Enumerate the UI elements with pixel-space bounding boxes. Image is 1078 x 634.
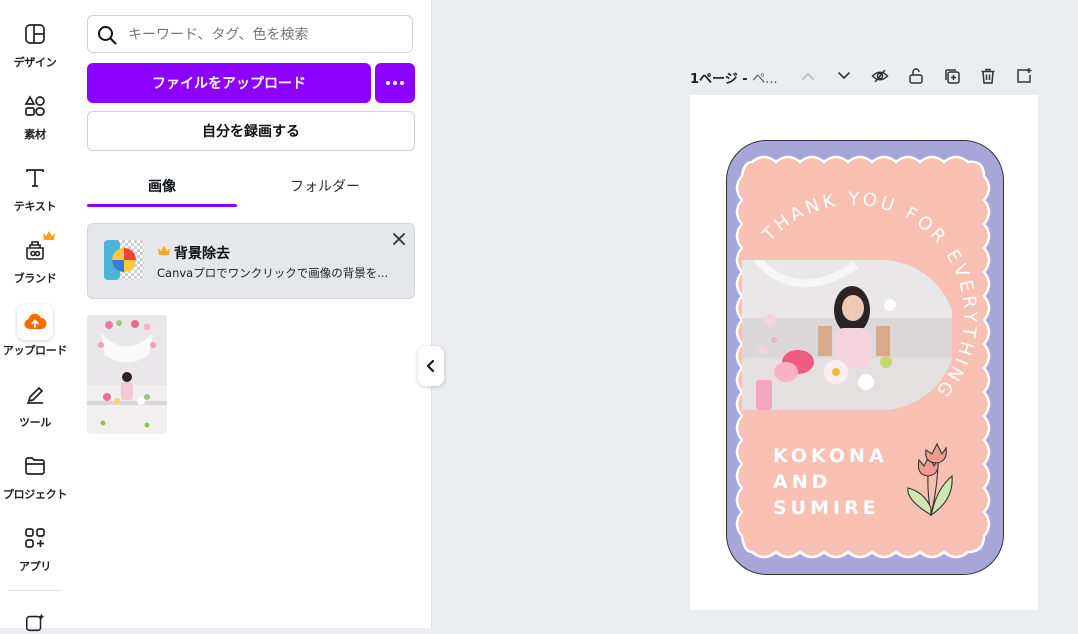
names-line-1: KOKONA bbox=[773, 445, 888, 467]
collapse-panel-button[interactable] bbox=[418, 346, 444, 386]
upload-files-button[interactable]: ファイルをアップロード bbox=[87, 63, 371, 103]
layout-icon bbox=[25, 24, 45, 44]
trash-icon[interactable] bbox=[979, 67, 997, 85]
page-label-rest: ペ... bbox=[752, 72, 778, 87]
page-title[interactable]: 1ページ - ペ... bbox=[690, 68, 778, 87]
rail-label: 素材 bbox=[24, 128, 46, 141]
uploaded-image-thumbnail[interactable] bbox=[87, 315, 167, 434]
uploads-panel: ファイルをアップロード 自分を録画する 画像 フォルダー 背景除去 Canvaプ… bbox=[70, 0, 432, 628]
pen-tool-icon bbox=[27, 386, 44, 404]
unlock-icon[interactable] bbox=[907, 67, 925, 85]
names-line-2: AND bbox=[773, 471, 831, 493]
tab-folders[interactable]: フォルダー bbox=[250, 176, 400, 206]
close-icon[interactable] bbox=[392, 232, 406, 246]
cloud-upload-icon bbox=[24, 313, 47, 329]
add-page-icon[interactable] bbox=[1015, 67, 1033, 85]
crown-icon bbox=[43, 231, 55, 240]
background-remover-promo[interactable]: 背景除去 Canvaプロでワンクリックで画像の背景を... bbox=[87, 223, 415, 299]
rail-item-projects[interactable]: プロジェクト bbox=[0, 454, 70, 518]
rail-item-brand[interactable]: ブランド bbox=[0, 231, 70, 302]
rail-label: プロジェクト bbox=[2, 488, 68, 501]
chevron-up-icon[interactable] bbox=[799, 67, 817, 85]
promo-title: 背景除去 bbox=[174, 246, 230, 262]
duplicate-icon[interactable] bbox=[943, 67, 961, 85]
chevron-down-icon[interactable] bbox=[835, 67, 853, 85]
rail-item-apps[interactable]: アプリ bbox=[0, 526, 70, 590]
brand-icon bbox=[26, 241, 44, 260]
rail-item-tools[interactable]: ツール bbox=[0, 382, 70, 446]
rail-label: ツール bbox=[18, 416, 52, 429]
background-remover-thumbnail bbox=[104, 240, 144, 280]
shapes-icon bbox=[24, 95, 45, 116]
record-yourself-button[interactable]: 自分を録画する bbox=[87, 111, 415, 151]
rail-divider bbox=[8, 590, 62, 591]
rail-label: アプリ bbox=[18, 560, 52, 573]
photo bbox=[742, 260, 952, 410]
side-rail: デザイン 素材 テキスト ブランド アップロード ツール プロジェクト アプリ bbox=[0, 0, 70, 632]
hide-eye-icon[interactable] bbox=[871, 67, 889, 85]
rail-label: ブランド bbox=[13, 272, 57, 285]
crown-icon bbox=[158, 246, 170, 255]
text-icon bbox=[26, 169, 44, 187]
rail-item-elements[interactable]: 素材 bbox=[0, 94, 70, 158]
active-tab-underline bbox=[87, 204, 237, 207]
page-label: 1ページ - bbox=[690, 72, 753, 87]
more-options-button[interactable] bbox=[375, 63, 415, 103]
folder-icon bbox=[25, 457, 45, 475]
thank-you-card[interactable]: THANK YOU FOR EVERYTHING. KOKONA AND SUM… bbox=[726, 140, 1004, 575]
names-line-3: SUMIRE bbox=[773, 497, 880, 519]
promo-description: Canvaプロでワンクリックで画像の背景を... bbox=[157, 266, 389, 280]
rail-label: テキスト bbox=[13, 200, 57, 213]
chevron-left-icon bbox=[427, 360, 434, 372]
rail-item-text[interactable]: テキスト bbox=[0, 166, 70, 230]
rail-label: デザイン bbox=[13, 56, 57, 69]
tab-images[interactable]: 画像 bbox=[87, 176, 237, 206]
search-icon bbox=[98, 26, 117, 45]
search-box[interactable] bbox=[87, 15, 413, 53]
magic-media-icon[interactable] bbox=[24, 612, 46, 634]
search-input[interactable] bbox=[126, 22, 400, 48]
apps-icon bbox=[25, 528, 45, 548]
rail-label: アップロード bbox=[2, 344, 68, 357]
rail-item-design[interactable]: デザイン bbox=[0, 22, 70, 86]
rail-item-uploads[interactable]: アップロード bbox=[0, 304, 70, 374]
